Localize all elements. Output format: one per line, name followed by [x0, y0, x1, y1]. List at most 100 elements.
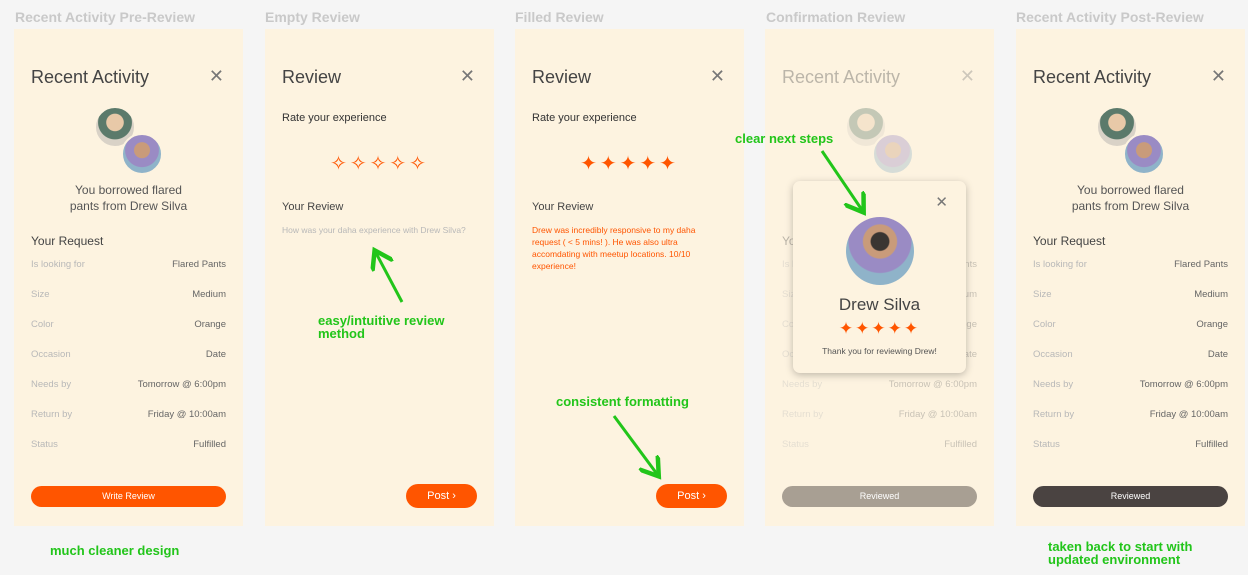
- request-row: Return by Friday @ 10:00am: [1033, 409, 1228, 423]
- request-row: Occasion Date: [1033, 349, 1228, 363]
- row-value: Flared Pants: [1174, 259, 1228, 270]
- row-value: Medium: [1194, 289, 1228, 300]
- borrowed-summary: You borrowed flared pants from Drew Silv…: [14, 182, 243, 214]
- row-value: Flared Pants: [172, 259, 226, 270]
- frame-title-confirmation-review: Confirmation Review: [766, 9, 906, 25]
- reviewed-button[interactable]: Reviewed: [782, 486, 977, 507]
- summary-line: pants from Drew Silva: [1071, 199, 1190, 213]
- row-value: Orange: [1196, 319, 1228, 330]
- row-value: Fulfilled: [944, 439, 977, 450]
- row-value: Friday @ 10:00am: [898, 409, 977, 420]
- reviewed-user-name: Drew Silva: [838, 295, 921, 314]
- row-label: Status: [31, 439, 58, 450]
- row-value: Friday @ 10:00am: [147, 409, 226, 420]
- close-icon[interactable]: ✕: [1211, 67, 1226, 85]
- review-textarea[interactable]: How was your daha experience with Drew S…: [282, 224, 470, 236]
- row-label: Size: [31, 289, 50, 300]
- page-title: Recent Activity: [782, 67, 901, 87]
- close-icon[interactable]: ✕: [460, 67, 475, 85]
- screen-confirmation-review: Recent Activity ✕ Your Request Is lookin…: [765, 29, 994, 526]
- request-row: Return by Friday @ 10:00am: [31, 409, 226, 423]
- avatar-group: [1096, 106, 1168, 178]
- row-value: Orange: [194, 319, 226, 330]
- post-button[interactable]: Post ›: [656, 484, 727, 508]
- request-row: Is looking for Flared Pants: [31, 259, 226, 273]
- write-review-button[interactable]: Write Review: [31, 486, 226, 507]
- review-label: Your Review: [532, 201, 594, 213]
- avatar-group: [94, 106, 166, 178]
- row-label: Return by: [1033, 409, 1075, 420]
- annotation-cleaner-design: much cleaner design: [50, 543, 180, 558]
- screen-filled-review: Review ✕ Rate your experience ✦✦✦✦✦ Your…: [515, 29, 744, 526]
- summary-line: You borrowed flared: [1077, 183, 1184, 197]
- star-rating-input[interactable]: ✧✧✧✧✧: [265, 151, 494, 176]
- row-label: Needs by: [782, 379, 823, 390]
- summary-line: pants from Drew Silva: [69, 199, 188, 213]
- row-value: Medium: [192, 289, 226, 300]
- screen-recent-activity-pre: Recent Activity ✕ You borrowed flared pa…: [14, 29, 243, 526]
- close-icon[interactable]: ✕: [710, 67, 725, 85]
- rate-label: Rate your experience: [282, 112, 387, 124]
- row-label: Status: [1033, 439, 1060, 450]
- close-icon[interactable]: ✕: [209, 67, 224, 85]
- request-row: Status Fulfilled: [1033, 439, 1228, 453]
- row-label: Color: [1033, 319, 1056, 330]
- row-value: Fulfilled: [1195, 439, 1228, 450]
- row-label: Status: [782, 439, 809, 450]
- annotation-next-steps: clear next steps: [735, 131, 834, 146]
- row-value: Tomorrow @ 6:00pm: [1139, 379, 1228, 390]
- request-row: Needs by Tomorrow @ 6:00pm: [31, 379, 226, 393]
- close-icon[interactable]: ✕: [935, 195, 948, 210]
- avatar: [846, 217, 914, 285]
- avatar: [1123, 133, 1165, 175]
- review-label: Your Review: [282, 201, 344, 213]
- row-label: Is looking for: [1033, 259, 1087, 270]
- request-row: Size Medium: [31, 289, 226, 303]
- page-title: Review: [282, 67, 342, 87]
- annotation-consistent-formatting: consistent formatting: [556, 394, 689, 409]
- avatar-group: [845, 106, 917, 178]
- review-textarea[interactable]: Drew was incredibly responsive to my dah…: [532, 224, 720, 272]
- row-value: Friday @ 10:00am: [1149, 409, 1228, 420]
- annotation-taken-back: taken back to start with updated environ…: [1048, 540, 1192, 566]
- summary-line: You borrowed flared: [75, 183, 182, 197]
- screen-recent-activity-post: Recent Activity ✕ You borrowed flared pa…: [1016, 29, 1245, 526]
- row-label: Needs by: [31, 379, 72, 390]
- request-row: Size Medium: [1033, 289, 1228, 303]
- annotation-line: method: [318, 326, 365, 341]
- annotation-line: updated environment: [1048, 552, 1181, 567]
- row-value: Tomorrow @ 6:00pm: [137, 379, 226, 390]
- post-button[interactable]: Post ›: [406, 484, 477, 508]
- star-rating-display: ✦✦✦✦✦: [838, 319, 921, 338]
- request-row: Status Fulfilled: [782, 439, 977, 453]
- avatar: [121, 133, 163, 175]
- request-row: Is looking for Flared Pants: [1033, 259, 1228, 273]
- row-label: Is looking for: [31, 259, 85, 270]
- review-confirmation-modal: ✕ Drew Silva ✦✦✦✦✦ Thank you for reviewi…: [793, 181, 966, 373]
- annotation-intuitive-review: easy/intuitive review method: [318, 314, 444, 340]
- request-row: Color Orange: [1033, 319, 1228, 333]
- request-row: Status Fulfilled: [31, 439, 226, 453]
- close-icon: ✕: [959, 66, 975, 86]
- frame-title-filled-review: Filled Review: [515, 9, 604, 25]
- row-label: Return by: [782, 409, 824, 420]
- row-label: Occasion: [1033, 349, 1073, 360]
- row-label: Color: [31, 319, 54, 330]
- row-label: Occasion: [31, 349, 71, 360]
- frame-title-empty-review: Empty Review: [265, 9, 360, 25]
- request-row: Color Orange: [31, 319, 226, 333]
- frame-title-pre-review: Recent Activity Pre-Review: [15, 9, 195, 25]
- page-title: Review: [532, 67, 592, 87]
- avatar: [872, 133, 914, 175]
- borrowed-summary: You borrowed flared pants from Drew Silv…: [1016, 182, 1245, 214]
- row-value: Fulfilled: [193, 439, 226, 450]
- screen-empty-review: Review ✕ Rate your experience ✧✧✧✧✧ Your…: [265, 29, 494, 526]
- frame-title-post-review: Recent Activity Post-Review: [1016, 9, 1204, 25]
- star-rating-input[interactable]: ✦✦✦✦✦: [515, 151, 744, 176]
- row-value: Date: [1207, 349, 1228, 360]
- row-label: Size: [1033, 289, 1052, 300]
- request-row: Occasion Date: [31, 349, 226, 363]
- request-row: Return by Friday @ 10:00am: [782, 409, 977, 423]
- reviewed-button[interactable]: Reviewed: [1033, 486, 1228, 507]
- request-row: Needs by Tomorrow @ 6:00pm: [782, 379, 977, 393]
